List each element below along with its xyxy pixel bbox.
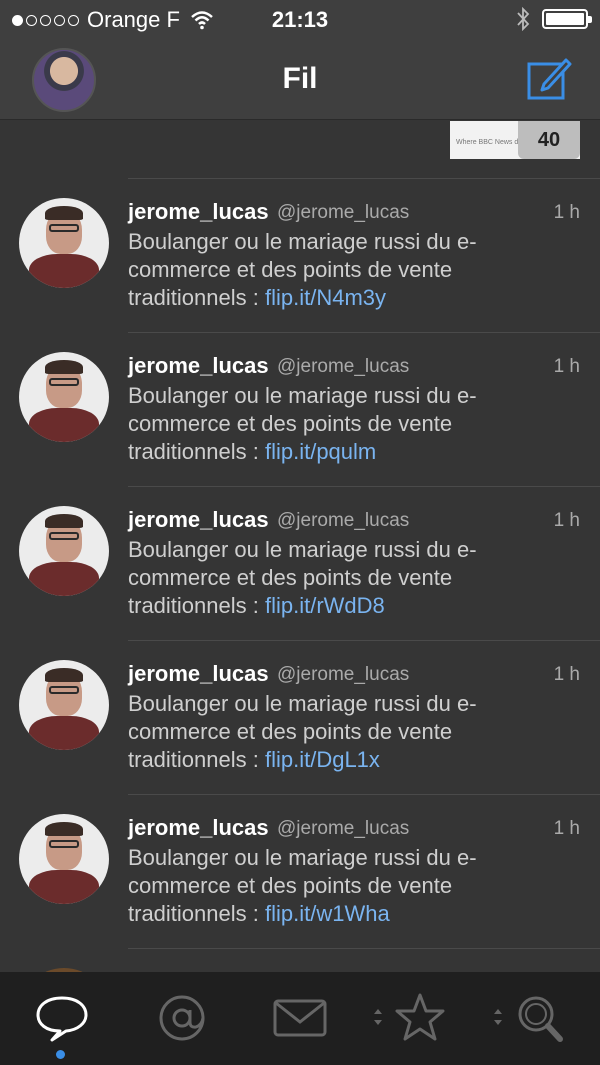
tweet-author-name[interactable]: jerome_lucas (128, 507, 269, 533)
row-divider (128, 332, 600, 333)
status-right (516, 7, 592, 31)
tab-timeline[interactable] (32, 992, 92, 1044)
tab-mentions[interactable] (152, 992, 212, 1044)
tweet-author-handle: @jerome_lucas (277, 202, 410, 223)
page-title: Fil (282, 62, 318, 95)
tweet-time: 1 h (553, 356, 580, 377)
tweet-time: 1 h (553, 818, 580, 839)
star-icon (395, 993, 445, 1041)
status-bar: Orange F 21:13 (0, 0, 600, 40)
tweet-text: Boulanger ou le mariage russi du e-comme… (128, 844, 568, 928)
tweet-link[interactable]: flip.it/N4m3y (265, 285, 386, 310)
user-avatar[interactable] (19, 660, 109, 750)
tweet-author-handle: @jerome_lucas (277, 818, 410, 839)
speech-bubble-icon (36, 996, 88, 1042)
tweet-row[interactable]: jerome_lucas @jerome_lucas 1 h Boulanger… (0, 178, 600, 332)
row-divider (128, 794, 600, 795)
sort-arrows-icon[interactable] (372, 1006, 384, 1028)
envelope-icon (273, 999, 327, 1037)
row-divider (128, 640, 600, 641)
battery-icon (542, 9, 592, 29)
tweet-row-partial[interactable] (0, 948, 600, 972)
tab-messages[interactable] (270, 992, 330, 1044)
tweet-text: Boulanger ou le mariage russi du e-comme… (128, 536, 568, 620)
tweet-author-name[interactable]: jerome_lucas (128, 815, 269, 841)
tweet-author-handle: @jerome_lucas (277, 510, 410, 531)
tweet-time: 1 h (553, 510, 580, 531)
tweet-text: Boulanger ou le mariage russi du e-comme… (128, 382, 568, 466)
timeline-feed[interactable]: Where BBC News de... responsive 40 jerom… (0, 121, 600, 972)
nav-bar: Fil (0, 40, 600, 120)
tweet-author-handle: @jerome_lucas (277, 356, 410, 377)
tweet-link[interactable]: flip.it/pqulm (265, 439, 376, 464)
sort-arrows-icon[interactable] (492, 1006, 504, 1028)
row-divider (128, 486, 600, 487)
tweet-text: Boulanger ou le mariage russi du e-comme… (128, 228, 568, 312)
tweet-row[interactable]: jerome_lucas @jerome_lucas 1 h Boulanger… (0, 640, 600, 794)
tweet-author-handle: @jerome_lucas (277, 664, 410, 685)
tab-favorites[interactable] (390, 992, 450, 1044)
compose-icon[interactable] (526, 56, 572, 102)
at-icon (159, 995, 205, 1041)
row-divider (128, 948, 600, 949)
active-tab-indicator (56, 1050, 65, 1059)
tweet-row[interactable]: jerome_lucas @jerome_lucas 1 h Boulanger… (0, 332, 600, 486)
tweet-link[interactable]: flip.it/DgL1x (265, 747, 380, 772)
tweet-row[interactable]: jerome_lucas @jerome_lucas 1 h Boulanger… (0, 486, 600, 640)
tweet-time: 1 h (553, 664, 580, 685)
tweet-author-name[interactable]: jerome_lucas (128, 199, 269, 225)
row-divider (128, 178, 600, 179)
retweet-count-badge: 40 (518, 121, 580, 159)
tab-search[interactable] (510, 992, 570, 1044)
user-avatar[interactable] (19, 506, 109, 596)
tweet-row[interactable]: jerome_lucas @jerome_lucas 1 h Boulanger… (0, 794, 600, 948)
tweet-author-name[interactable]: jerome_lucas (128, 661, 269, 687)
status-time: 21:13 (271, 7, 329, 32)
search-icon (518, 996, 563, 1042)
tab-bar (0, 972, 600, 1065)
tweet-author-name[interactable]: jerome_lucas (128, 353, 269, 379)
bluetooth-icon (517, 7, 530, 31)
user-avatar[interactable] (19, 814, 109, 904)
tweet-link[interactable]: flip.it/w1Wha (265, 901, 390, 926)
user-avatar[interactable] (19, 352, 109, 442)
tweet-link[interactable]: flip.it/rWdD8 (265, 593, 385, 618)
tweet-time: 1 h (553, 202, 580, 223)
user-avatar[interactable] (19, 198, 109, 288)
media-thumbnail[interactable]: Where BBC News de... responsive 40 (450, 121, 580, 159)
tweet-text: Boulanger ou le mariage russi du e-comme… (128, 690, 568, 774)
